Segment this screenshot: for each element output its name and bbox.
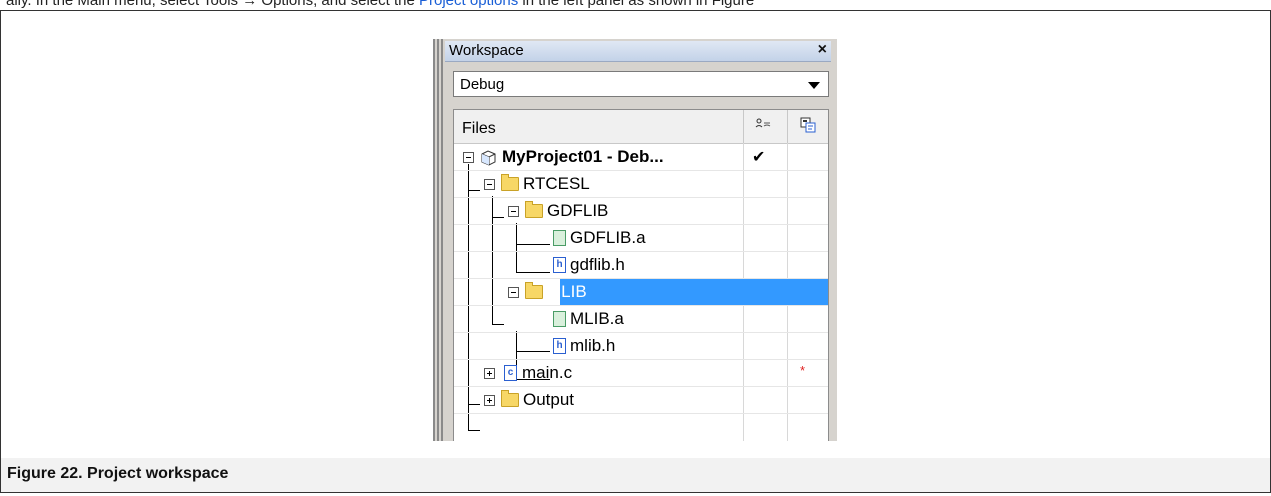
files-header-label[interactable]: Files [462, 120, 496, 138]
workspace-title: Workspace [449, 42, 524, 59]
tree-item-label: mlib.h [570, 336, 616, 355]
selection-highlight [560, 279, 828, 305]
expand-icon[interactable] [484, 395, 495, 406]
workspace-window: Workspace × Debug Files MyProject01 - De… [433, 39, 837, 441]
c-file-icon: c [504, 365, 517, 381]
library-file-icon [553, 230, 566, 246]
tree-row-folder[interactable]: GDFLIB [454, 198, 828, 225]
caption-bar: Figure 22. Project workspace [0, 458, 1271, 493]
dropdown-arrow-icon[interactable] [808, 82, 820, 89]
project-options-link[interactable]: Project options [419, 0, 518, 9]
intro-text: ally. In the Main menu, select Tools → O… [6, 0, 754, 9]
configuration-icon[interactable] [755, 118, 771, 132]
tree-row-folder[interactable]: Output [454, 387, 828, 414]
tree-row-file[interactable]: GDFLIB.a [454, 225, 828, 252]
tree-row-file[interactable]: MLIB.a [454, 306, 828, 333]
tree-item-label: MyProject01 - Deb... [502, 147, 664, 166]
configuration-value: Debug [460, 76, 505, 93]
figure-caption: Figure 22. Project workspace [7, 465, 229, 482]
figure-frame: Workspace × Debug Files MyProject01 - De… [0, 10, 1271, 459]
tree-item-label: gdflib.h [570, 255, 625, 274]
workspace-title-bar[interactable]: Workspace × [445, 41, 831, 62]
header-file-icon: h [553, 257, 566, 273]
tree-item-label: RTCESL [523, 174, 590, 193]
collapse-icon[interactable] [463, 152, 474, 163]
check-icon: ✔ [752, 149, 766, 166]
header-divider [743, 110, 744, 143]
modified-marker: * [800, 363, 806, 378]
expand-icon[interactable] [484, 368, 495, 379]
header-divider [787, 110, 788, 143]
tree-connector [468, 430, 480, 431]
close-icon[interactable]: × [818, 41, 827, 59]
tree-item-label: MLIB [547, 282, 587, 301]
tree-row-folder-selected[interactable]: MLIB [454, 279, 828, 306]
files-header: Files [454, 110, 828, 144]
tree-row-project[interactable]: MyProject01 - Deb... ✔ [454, 144, 828, 171]
configuration-select[interactable]: Debug [453, 71, 829, 97]
dock-grip[interactable] [433, 39, 443, 441]
folder-icon [525, 201, 543, 218]
tree-row-file[interactable]: h gdflib.h [454, 252, 828, 279]
tree-item-label: Output [523, 390, 575, 409]
collapse-icon[interactable] [484, 179, 495, 190]
collapse-icon[interactable] [508, 287, 519, 298]
tree-row-file[interactable]: h mlib.h [454, 333, 828, 360]
project-icon [481, 150, 496, 166]
tree-item-label: GDFLIB.a [570, 228, 646, 247]
library-file-icon [553, 311, 566, 327]
make-status-icon[interactable] [800, 117, 816, 133]
header-file-icon: h [553, 338, 566, 354]
folder-icon [525, 282, 543, 299]
tree-row-folder[interactable]: RTCESL [454, 171, 828, 198]
folder-icon [501, 390, 519, 407]
tree-item-label: MLIB.a [570, 309, 624, 328]
collapse-icon[interactable] [508, 206, 519, 217]
tree-row-file[interactable]: c main.c * [454, 360, 828, 387]
tree-item-label: GDFLIB [547, 201, 609, 220]
tree-item-label: main.c [522, 363, 573, 382]
folder-icon [501, 174, 519, 191]
files-tree-panel: Files MyProject01 - Deb... ✔ RTCESL GDFL… [453, 109, 829, 441]
